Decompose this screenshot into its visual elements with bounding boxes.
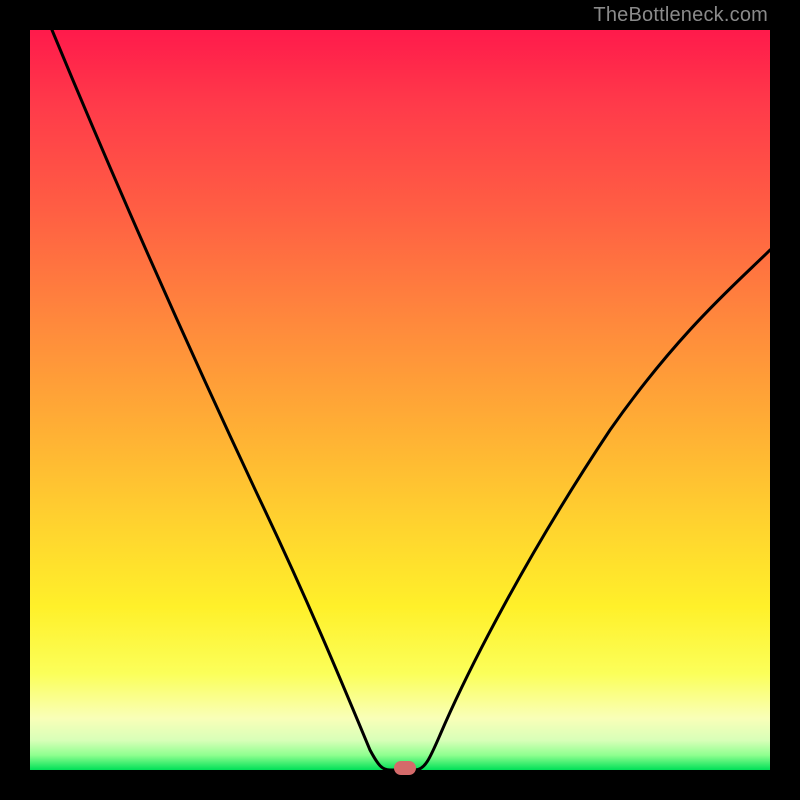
watermark-text: TheBottleneck.com (593, 4, 768, 27)
plot-area (30, 30, 770, 770)
curve-path (52, 30, 770, 770)
chart-frame: TheBottleneck.com (0, 0, 800, 800)
bottleneck-curve (30, 30, 770, 770)
optimal-point-marker (394, 761, 416, 775)
